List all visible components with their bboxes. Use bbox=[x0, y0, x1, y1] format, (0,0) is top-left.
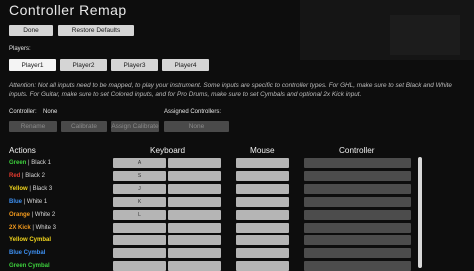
keyboard-binding-primary[interactable]: J bbox=[113, 183, 166, 194]
controller-header: Controller bbox=[339, 146, 375, 155]
action-color-name: Yellow bbox=[9, 185, 28, 192]
action-label: 2X Kick | White 3 bbox=[9, 225, 56, 231]
keyboard-binding-primary[interactable]: L bbox=[113, 209, 166, 220]
controller-binding[interactable] bbox=[304, 248, 411, 259]
controller-value: None bbox=[43, 109, 58, 115]
action-color-name: Red bbox=[9, 172, 21, 179]
mouse-binding[interactable] bbox=[236, 235, 289, 246]
keyboard-binding-secondary[interactable] bbox=[168, 235, 221, 246]
mouse-binding[interactable] bbox=[236, 170, 289, 181]
action-suffix: | Black 3 bbox=[27, 185, 53, 192]
mouse-binding[interactable] bbox=[236, 183, 289, 194]
keyboard-binding-secondary[interactable] bbox=[168, 261, 221, 271]
controller-binding[interactable] bbox=[304, 170, 411, 181]
keyboard-binding-secondary[interactable] bbox=[168, 183, 221, 194]
action-label: Yellow | Black 3 bbox=[9, 186, 52, 192]
action-color-name: Blue bbox=[9, 198, 23, 205]
keyboard-binding-secondary[interactable] bbox=[168, 248, 221, 259]
action-color-name: Green bbox=[9, 160, 27, 166]
player2-tab[interactable]: Player2 bbox=[60, 59, 107, 71]
keyboard-binding-secondary[interactable] bbox=[168, 170, 221, 181]
assign-calibrate-button[interactable]: Assign Calibrate bbox=[111, 121, 159, 132]
action-color-name: Green Cymbal bbox=[9, 263, 50, 270]
controller-binding[interactable] bbox=[304, 183, 411, 194]
controller-binding[interactable] bbox=[304, 261, 411, 271]
action-label: Orange | White 2 bbox=[9, 212, 55, 218]
action-label: Blue Cymbal bbox=[9, 250, 45, 256]
scrollbar[interactable] bbox=[418, 157, 422, 268]
player1-tab[interactable]: Player1 bbox=[9, 59, 56, 71]
controller-binding[interactable] bbox=[304, 222, 411, 233]
action-suffix: | White 1 bbox=[22, 198, 48, 205]
keyboard-binding-secondary[interactable] bbox=[168, 222, 221, 233]
mouse-binding[interactable] bbox=[236, 261, 289, 271]
action-label: Blue | White 1 bbox=[9, 199, 47, 205]
rename-button[interactable]: Rename bbox=[9, 121, 57, 132]
keyboard-binding-secondary[interactable] bbox=[168, 209, 221, 220]
done-button[interactable]: Done bbox=[9, 25, 53, 36]
action-suffix: | Black 1 bbox=[26, 160, 51, 166]
keyboard-header: Keyboard bbox=[150, 146, 186, 155]
keyboard-binding-primary[interactable]: S bbox=[113, 170, 166, 181]
assigned-controller-none[interactable]: None bbox=[164, 121, 229, 132]
action-color-name: Orange bbox=[9, 211, 31, 218]
mouse-binding[interactable] bbox=[236, 209, 289, 220]
action-color-name: Blue Cymbal bbox=[9, 250, 46, 257]
player3-tab[interactable]: Player3 bbox=[111, 59, 158, 71]
player4-tab[interactable]: Player4 bbox=[162, 59, 209, 71]
keyboard-binding-secondary[interactable] bbox=[168, 196, 221, 207]
action-color-name: 2X Kick bbox=[9, 224, 31, 231]
actions-header: Actions bbox=[9, 146, 36, 155]
controller-binding[interactable] bbox=[304, 196, 411, 207]
action-label: Red | Black 2 bbox=[9, 173, 45, 179]
action-label: Green Cymbal bbox=[9, 263, 50, 269]
controller-binding[interactable] bbox=[304, 209, 411, 220]
controller-label: Controller: bbox=[9, 109, 37, 115]
players-label: Players: bbox=[9, 46, 31, 52]
keyboard-binding-primary[interactable]: A bbox=[113, 158, 166, 168]
assigned-controllers-label: Assigned Controllers: bbox=[164, 109, 222, 115]
action-suffix: | White 3 bbox=[30, 224, 56, 231]
keyboard-binding-primary[interactable] bbox=[113, 248, 166, 259]
keyboard-binding-primary[interactable]: K bbox=[113, 196, 166, 207]
mouse-binding[interactable] bbox=[236, 158, 289, 168]
action-color-name: Yellow Cymbal bbox=[9, 237, 52, 244]
restore-defaults-button[interactable]: Restore Defaults bbox=[58, 25, 134, 36]
action-label: Yellow Cymbal bbox=[9, 237, 51, 243]
mouse-binding[interactable] bbox=[236, 248, 289, 259]
action-label: Green | Black 1 bbox=[9, 160, 51, 166]
mouse-binding[interactable] bbox=[236, 196, 289, 207]
calibrate-button[interactable]: Calibrate bbox=[61, 121, 107, 132]
page-title: Controller Remap bbox=[9, 2, 127, 18]
action-suffix: | Black 2 bbox=[20, 172, 45, 179]
attention-note: Attention: Not all inputs need to be map… bbox=[9, 82, 452, 98]
keyboard-binding-primary[interactable] bbox=[113, 222, 166, 233]
mouse-header: Mouse bbox=[250, 146, 275, 155]
keyboard-binding-secondary[interactable] bbox=[168, 158, 221, 168]
controller-binding[interactable] bbox=[304, 158, 411, 168]
mouse-binding[interactable] bbox=[236, 222, 289, 233]
action-suffix: | White 2 bbox=[30, 211, 56, 218]
keyboard-binding-primary[interactable] bbox=[113, 261, 166, 271]
keyboard-binding-primary[interactable] bbox=[113, 235, 166, 246]
controller-binding[interactable] bbox=[304, 235, 411, 246]
